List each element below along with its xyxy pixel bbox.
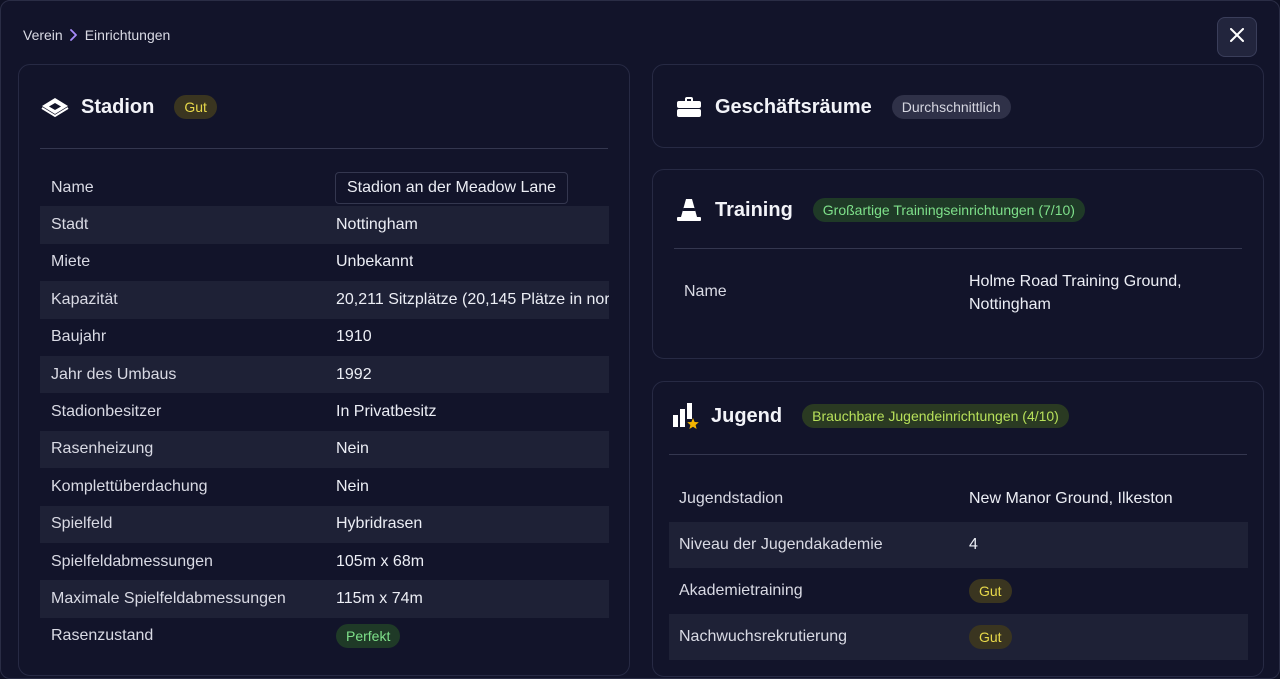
business-rating-badge: Durchschnittlich <box>891 95 1011 119</box>
row-key: Rasenzustand <box>51 627 154 645</box>
training-name-key: Name <box>684 283 727 300</box>
stadium-panel: Stadion Gut Name Stadion an der Meadow L… <box>18 64 630 676</box>
row-key: Maximale Spielfeldabmessungen <box>51 589 286 607</box>
breadcrumb-current: Einrichtungen <box>84 27 171 43</box>
stadium-table: Name Stadion an der Meadow Lane Stadt No… <box>40 169 609 655</box>
table-row: Komplettüberdachung Nein <box>40 468 609 505</box>
youth-panel: Jugend Brauchbare Jugendeinrichtungen (4… <box>652 381 1264 677</box>
table-row: Nachwuchsrekrutierung Gut <box>669 614 1248 660</box>
row-value: 115m x 74m <box>336 589 423 607</box>
table-row: Stadt Nottingham <box>40 206 609 244</box>
table-row: Akademietraining Gut <box>669 568 1248 614</box>
row-key: Spielfeld <box>51 515 113 533</box>
table-row: Rasenheizung Nein <box>40 430 609 469</box>
training-name-line1: Holme Road Training Ground, <box>969 273 1182 290</box>
row-key: Miete <box>51 253 91 271</box>
training-header: Training Großartige Trainingseinrichtung… <box>675 196 1085 224</box>
business-panel: Geschäftsräume Durchschnittlich <box>652 64 1264 148</box>
cone-icon <box>675 197 703 223</box>
table-row: Maximale Spielfeldabmessungen 115m x 74m <box>40 580 609 618</box>
table-row: Niveau der Jugendakademie 4 <box>669 522 1248 568</box>
close-icon <box>1230 27 1244 47</box>
youth-chart-icon <box>671 401 699 431</box>
table-row: Rasenzustand Perfekt <box>40 618 609 655</box>
breadcrumb: Verein Einrichtungen <box>23 27 170 43</box>
row-value: 20,211 Sitzplätze (20,145 Plätze in nor <box>336 290 609 308</box>
row-key: Akademietraining <box>679 582 803 599</box>
row-key: Stadionbesitzer <box>51 403 162 421</box>
table-row: Kapazität 20,211 Sitzplätze (20,145 Plät… <box>40 281 609 319</box>
row-key: Spielfeldabmessungen <box>51 552 213 570</box>
business-title: Geschäftsräume <box>715 95 872 118</box>
training-title: Training <box>715 198 793 221</box>
row-value: Hybridrasen <box>336 515 423 533</box>
row-key: Jugendstadion <box>679 490 784 507</box>
training-name-line2: Nottingham <box>969 296 1051 313</box>
table-row: Jahr des Umbaus 1992 <box>40 355 609 394</box>
stadium-header: Stadion Gut <box>41 93 217 121</box>
row-key: Name <box>51 178 94 196</box>
row-value: 1910 <box>336 328 372 346</box>
chevron-right-icon <box>69 29 79 41</box>
stadium-divider <box>40 148 608 149</box>
training-divider <box>674 248 1242 249</box>
youth-header: Jugend Brauchbare Jugendeinrichtungen (4… <box>671 401 1069 431</box>
stadium-title: Stadion <box>81 95 155 118</box>
close-button[interactable] <box>1217 17 1257 57</box>
training-rating-badge: Großartige Trainingseinrichtungen (7/10) <box>812 198 1085 222</box>
row-key: Niveau der Jugendakademie <box>679 536 883 553</box>
row-key: Nachwuchsrekrutierung <box>679 628 848 645</box>
row-value: 105m x 68m <box>336 552 425 570</box>
row-key: Jahr des Umbaus <box>51 365 177 383</box>
pitch-condition-badge: Perfekt <box>336 624 401 649</box>
row-key: Rasenheizung <box>51 440 154 458</box>
row-value: Nottingham <box>336 216 418 234</box>
briefcase-icon <box>675 95 703 119</box>
row-key: Kapazität <box>51 290 118 308</box>
youth-recruitment-badge: Gut <box>969 625 1012 649</box>
row-value: In Privatbesitz <box>336 403 437 421</box>
table-row: Jugendstadion New Manor Ground, Ilkeston <box>669 476 1248 522</box>
row-key: Baujahr <box>51 328 107 346</box>
row-key: Stadt <box>51 216 89 234</box>
row-value: 4 <box>969 536 978 553</box>
table-row: Miete Unbekannt <box>40 244 609 281</box>
youth-divider <box>669 454 1247 455</box>
row-key: Komplettüberdachung <box>51 477 208 495</box>
table-row: Baujahr 1910 <box>40 319 609 356</box>
table-row: Spielfeldabmessungen 105m x 68m <box>40 543 609 580</box>
row-value: Nein <box>336 440 369 458</box>
academy-training-badge: Gut <box>969 579 1012 603</box>
stadium-icon <box>41 95 69 119</box>
training-panel: Training Großartige Trainingseinrichtung… <box>652 169 1264 359</box>
youth-table: Jugendstadion New Manor Ground, Ilkeston… <box>669 476 1248 660</box>
row-value: 1992 <box>336 365 372 383</box>
youth-title: Jugend <box>711 404 783 427</box>
training-name-value: Holme Road Training Ground, Nottingham <box>969 270 1182 316</box>
table-row: Stadionbesitzer In Privatbesitz <box>40 393 609 430</box>
row-value: Unbekannt <box>336 253 414 271</box>
business-header: Geschäftsräume Durchschnittlich <box>675 93 1011 121</box>
row-value: Nein <box>336 477 369 495</box>
stadium-row-name: Name Stadion an der Meadow Lane <box>40 169 609 206</box>
breadcrumb-parent[interactable]: Verein <box>23 27 63 43</box>
facilities-screen: Verein Einrichtungen Stadion Gut Name St… <box>0 0 1280 679</box>
youth-rating-badge: Brauchbare Jugendeinrichtungen (4/10) <box>802 404 1069 428</box>
stadium-name-input[interactable]: Stadion an der Meadow Lane <box>335 171 569 204</box>
stadium-rating-badge: Gut <box>174 95 217 119</box>
table-row: Spielfeld Hybridrasen <box>40 505 609 543</box>
row-value: New Manor Ground, Ilkeston <box>969 490 1173 507</box>
